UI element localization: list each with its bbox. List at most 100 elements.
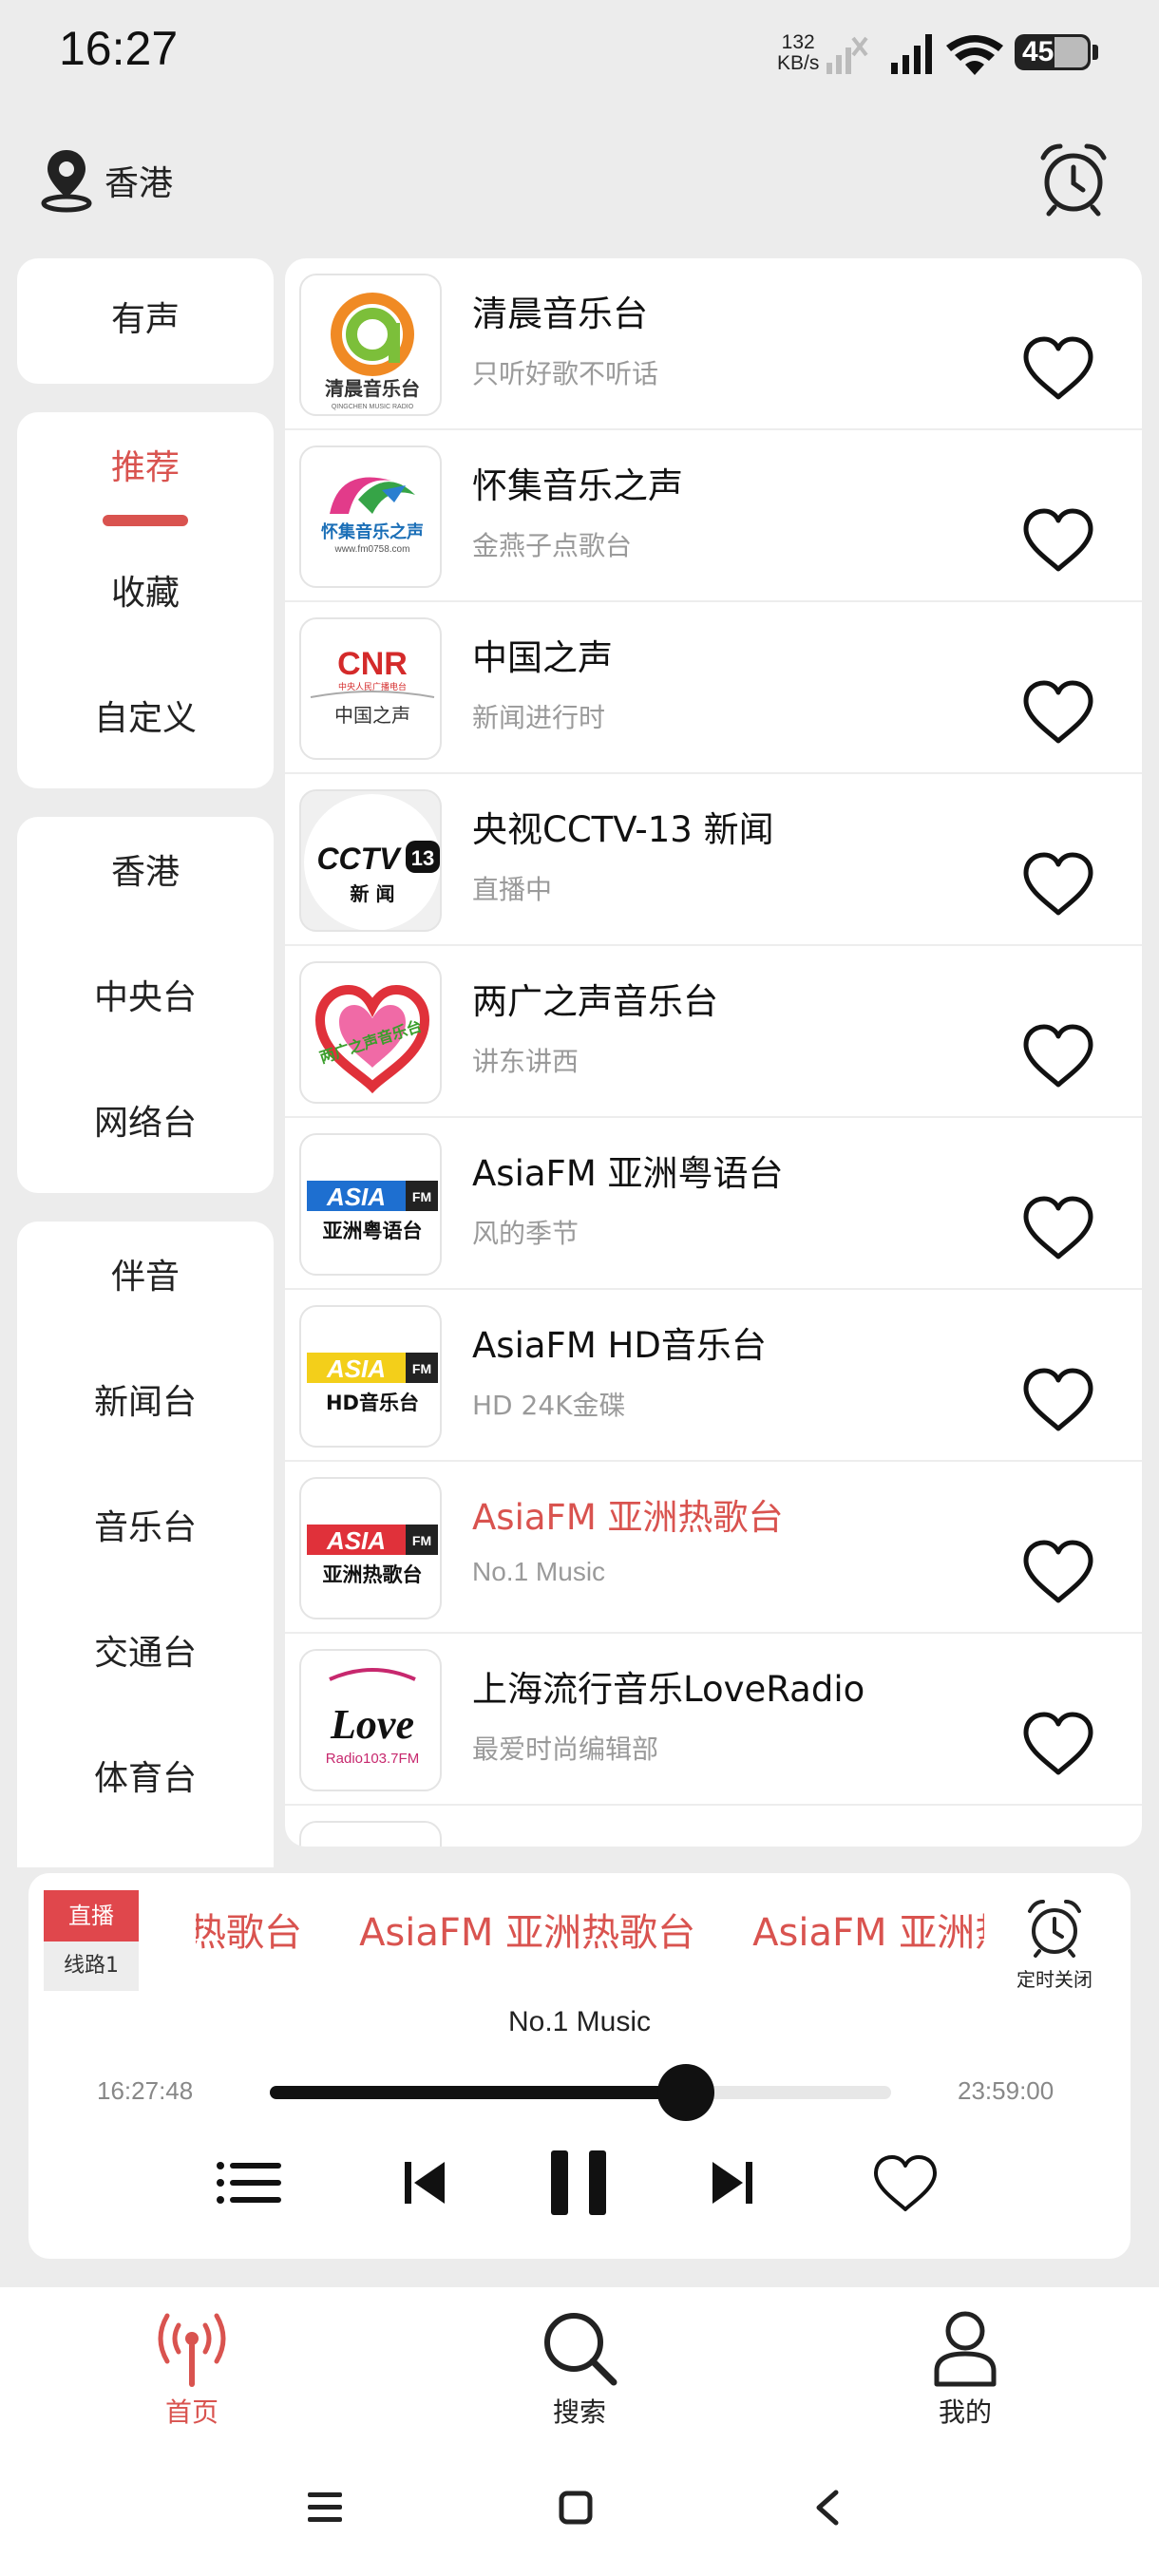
station-subtitle: HD 24K金碟	[472, 1390, 626, 1421]
loveradio-logo-icon: Love Radio103.7FM	[326, 1668, 419, 1767]
network-speed: 132 KB/s	[777, 31, 820, 74]
sidebar-item-sports[interactable]: 体育台	[17, 1746, 274, 1812]
station-row[interactable]: CNR 中央人民广播电台 中国之声 中国之声 新闻进行时	[285, 602, 1142, 774]
playlist-icon[interactable]	[215, 2145, 283, 2221]
sidebar-item-news[interactable]: 新闻台	[17, 1370, 274, 1436]
progress-knob[interactable]	[657, 2064, 715, 2121]
station-title: 上海流行音乐LoveRadio	[472, 1669, 865, 1710]
location-label: 香港	[104, 164, 174, 203]
station-subtitle: 讲东讲西	[472, 1046, 580, 1077]
station-row-playing[interactable]: ASIA FM 亚洲热歌台 AsiaFM 亚洲热歌台 No.1 Music	[285, 1462, 1142, 1634]
sidebar-item-music[interactable]: 音乐台	[17, 1495, 274, 1562]
sidebar-item-traffic[interactable]: 交通台	[17, 1620, 274, 1687]
station-logo: ASIA FM HD音乐台	[299, 1305, 442, 1448]
svg-text:Love: Love	[330, 1701, 414, 1748]
svg-text:FM: FM	[412, 1361, 431, 1376]
nav-home-label: 首页	[164, 2396, 218, 2428]
user-icon	[934, 2311, 997, 2387]
nav-search-label: 搜索	[552, 2396, 606, 2428]
asiafm-hd-logo-icon: ASIA FM HD音乐台	[307, 1353, 438, 1414]
heart-icon[interactable]	[1022, 1196, 1094, 1262]
sidebar-item-central[interactable]: 中央台	[17, 965, 274, 1032]
cnr-logo-icon: CNR 中央人民广播电台 中国之声	[310, 646, 435, 727]
now-playing-subtitle: No.1 Music	[507, 2006, 652, 2037]
sleep-timer-label: 定时关闭	[1016, 1968, 1092, 1991]
svg-text:CCTV: CCTV	[316, 842, 402, 876]
sidebar-item-recommended[interactable]: 推荐	[17, 435, 274, 502]
now-playing-bar: 直播 线路1 AsiaFM 亚洲热歌台AsiaFM 亚洲热歌台AsiaFM 亚洲…	[28, 1873, 1130, 2259]
svg-text:ASIA: ASIA	[326, 1183, 386, 1211]
heart-icon[interactable]	[1022, 680, 1094, 747]
favorite-heart-icon[interactable]	[872, 2145, 939, 2221]
line-selector[interactable]: 线路1	[44, 1941, 139, 1991]
station-row[interactable]: CCTV 13 新 闻 央视CCTV-13 新闻 直播中	[285, 774, 1142, 946]
previous-icon[interactable]	[401, 2145, 448, 2221]
battery-icon: 45	[1015, 34, 1091, 70]
station-row[interactable]: Love Radio103.7FM 上海流行音乐LoveRadio 最爱时尚编辑…	[285, 1634, 1142, 1806]
heart-icon[interactable]	[1022, 508, 1094, 575]
progress-slider[interactable]	[270, 2064, 891, 2121]
svg-text:清晨音乐台: 清晨音乐台	[325, 377, 420, 400]
huaiji-logo-icon: 怀集音乐之声 www.fm0758.com	[321, 477, 424, 555]
svg-text:ASIA: ASIA	[326, 1526, 386, 1555]
sleep-timer-button[interactable]: 定时关闭	[998, 1898, 1112, 1992]
back-icon[interactable]	[809, 2489, 847, 2527]
sidebar-item-favorites[interactable]: 收藏	[17, 560, 274, 627]
station-row[interactable]: 清晨音乐台 QINGCHEN MUSIC RADIO 清晨音乐台 只听好歌不听话	[285, 258, 1142, 430]
active-tab-indicator	[103, 515, 188, 526]
station-row-partial[interactable]	[285, 1806, 1142, 1847]
alarm-clock-icon[interactable]	[1036, 141, 1112, 217]
heart-icon[interactable]	[1022, 852, 1094, 919]
sidebar-item-network[interactable]: 网络台	[17, 1090, 274, 1157]
nav-mine[interactable]: 我的	[880, 2308, 1051, 2430]
heart-icon[interactable]	[1022, 1712, 1094, 1778]
sidebar-item-audio[interactable]: 有声	[17, 287, 274, 353]
start-time: 16:27:48	[97, 2076, 194, 2105]
asiafm-cantonese-logo-icon: ASIA FM 亚洲粤语台	[307, 1181, 438, 1242]
station-title: 中国之声	[472, 637, 613, 678]
sidebar-item-ambient[interactable]: 伴音	[17, 1244, 274, 1311]
station-title: 清晨音乐台	[472, 294, 648, 334]
home-icon[interactable]	[557, 2489, 595, 2527]
menu-icon[interactable]	[306, 2489, 344, 2527]
heart-icon[interactable]	[1022, 1540, 1094, 1606]
svg-text:Radio103.7FM: Radio103.7FM	[326, 1751, 419, 1767]
station-row[interactable]: 两广之声音乐台 两广之声音乐台 讲东讲西	[285, 946, 1142, 1118]
svg-text:QINGCHEN MUSIC RADIO: QINGCHEN MUSIC RADIO	[332, 404, 414, 410]
svg-text:CNR: CNR	[337, 646, 408, 682]
now-playing-marquee: AsiaFM 亚洲热歌台AsiaFM 亚洲热歌台AsiaFM 亚洲热歌台	[196, 1911, 984, 1955]
svg-text:亚洲粤语台: 亚洲粤语台	[323, 1220, 423, 1242]
station-row[interactable]: 怀集音乐之声 www.fm0758.com 怀集音乐之声 金燕子点歌台	[285, 430, 1142, 602]
station-title: AsiaFM 亚洲粤语台	[472, 1153, 784, 1194]
heart-icon[interactable]	[1022, 1024, 1094, 1090]
station-logo: 怀集音乐之声 www.fm0758.com	[299, 445, 442, 588]
station-title: 央视CCTV-13 新闻	[472, 809, 774, 850]
nav-search[interactable]: 搜索	[494, 2308, 665, 2430]
next-icon[interactable]	[709, 2145, 756, 2221]
station-subtitle: No.1 Music	[472, 1557, 606, 1586]
station-logo: CNR 中央人民广播电台 中国之声	[299, 617, 442, 760]
bottom-navigation: 首页 搜索 我的	[0, 2287, 1159, 2576]
sidebar-group-region: 香港 中央台 网络台	[17, 817, 274, 1193]
station-subtitle: 只听好歌不听话	[472, 358, 659, 389]
heart-icon[interactable]	[1022, 336, 1094, 403]
nav-home[interactable]: 首页	[106, 2308, 277, 2430]
station-list[interactable]: 清晨音乐台 QINGCHEN MUSIC RADIO 清晨音乐台 只听好歌不听话…	[285, 258, 1142, 1847]
station-title: AsiaFM HD音乐台	[472, 1325, 767, 1366]
station-row[interactable]: ASIA FM HD音乐台 AsiaFM HD音乐台 HD 24K金碟	[285, 1290, 1142, 1462]
pause-icon[interactable]	[547, 2145, 610, 2221]
status-bar: 16:27 132 KB/s 45	[0, 0, 1159, 104]
cctv-logo-icon: CCTV 13 新 闻	[304, 794, 440, 930]
station-row[interactable]: ASIA FM 亚洲粤语台 AsiaFM 亚洲粤语台 风的季节	[285, 1118, 1142, 1290]
station-subtitle: 最爱时尚编辑部	[472, 1733, 659, 1765]
location-selector[interactable]: 香港	[38, 144, 173, 217]
status-time: 16:27	[59, 22, 179, 75]
sidebar-item-hongkong[interactable]: 香港	[17, 840, 274, 906]
svg-text:中国之声: 中国之声	[334, 704, 410, 727]
heart-icon[interactable]	[1022, 1368, 1094, 1434]
station-title: 怀集音乐之声	[472, 465, 683, 506]
sidebar-item-custom[interactable]: 自定义	[17, 686, 274, 752]
live-badge: 直播	[44, 1890, 139, 1941]
svg-text:13: 13	[411, 846, 434, 870]
station-subtitle: 新闻进行时	[472, 702, 606, 733]
